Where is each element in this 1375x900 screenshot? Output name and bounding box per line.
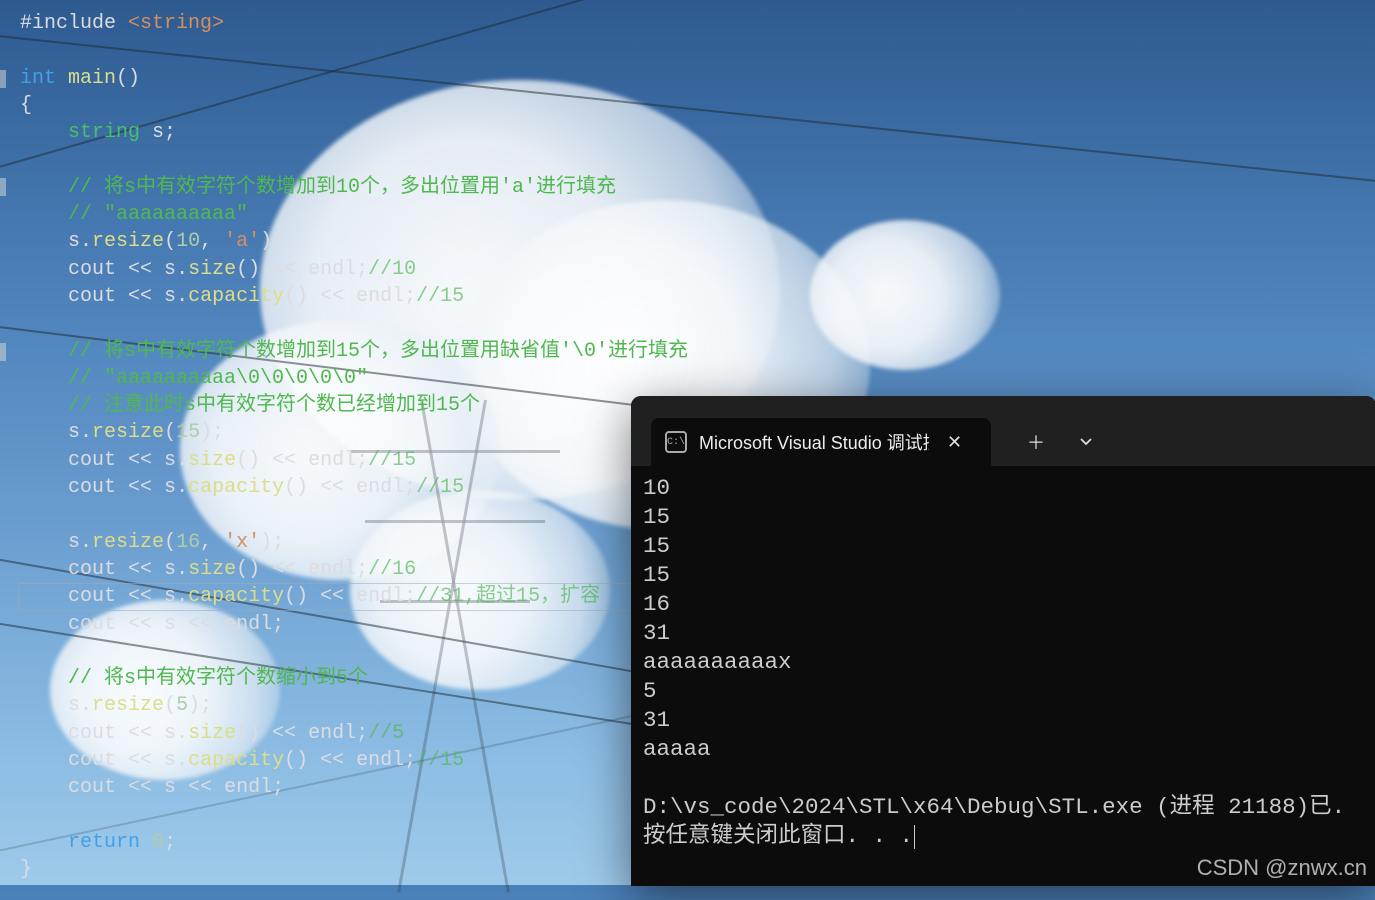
code-line[interactable]: cout << s.size() << endl;//10 bbox=[20, 256, 688, 283]
terminal-cursor bbox=[914, 825, 915, 849]
tab-dropdown-button[interactable] bbox=[1061, 418, 1111, 466]
code-line[interactable] bbox=[20, 638, 688, 665]
terminal-output-line: 10 bbox=[643, 474, 1364, 503]
code-line[interactable] bbox=[20, 501, 688, 528]
code-line[interactable]: s.resize(10, 'a'); bbox=[20, 228, 688, 255]
code-line[interactable]: { bbox=[20, 92, 688, 119]
code-line[interactable]: cout << s.size() << endl;//5 bbox=[20, 720, 688, 747]
terminal-output-line: 16 bbox=[643, 590, 1364, 619]
code-line[interactable]: int main() bbox=[20, 65, 688, 92]
code-line[interactable] bbox=[20, 146, 688, 173]
code-line[interactable]: cout << s.capacity() << endl;//15 bbox=[20, 474, 688, 501]
terminal-exit-line: D:\vs_code\2024\STL\x64\Debug\STL.exe (进… bbox=[643, 793, 1364, 822]
code-line[interactable] bbox=[20, 802, 688, 829]
terminal-output[interactable]: 101515151631aaaaaaaaaax531aaaaaD:\vs_cod… bbox=[631, 466, 1375, 859]
gutter-change-marker bbox=[0, 70, 6, 88]
code-line[interactable]: cout << s.capacity() << endl;//15 bbox=[20, 747, 688, 774]
code-line[interactable]: // 注意此时s中有效字符个数已经增加到15个 bbox=[20, 392, 688, 419]
code-line[interactable]: // "aaaaaaaaaa\0\0\0\0\0" bbox=[20, 365, 688, 392]
code-line[interactable]: // 将s中有效字符个数增加到15个，多出位置用缺省值'\0'进行填充 bbox=[20, 338, 688, 365]
terminal-window[interactable]: C:\ Microsoft Visual Studio 调试控 ✕ ＋ 1015… bbox=[631, 396, 1375, 886]
terminal-output-line: 15 bbox=[643, 503, 1364, 532]
gutter-change-marker bbox=[0, 343, 6, 361]
titlebar-actions: ＋ bbox=[1011, 418, 1111, 466]
code-line[interactable] bbox=[20, 37, 688, 64]
code-line[interactable]: s.resize(15); bbox=[20, 419, 688, 446]
code-line[interactable]: cout << s.capacity() << endl;//15 bbox=[20, 283, 688, 310]
terminal-tab-title: Microsoft Visual Studio 调试控 bbox=[699, 429, 929, 455]
code-line[interactable]: s.resize(16, 'x'); bbox=[20, 529, 688, 556]
code-line[interactable]: #include <string> bbox=[20, 10, 688, 37]
code-editor[interactable]: #include <string> int main(){ string s; … bbox=[20, 10, 688, 884]
terminal-output-line: aaaaa bbox=[643, 735, 1364, 764]
terminal-output-line: 15 bbox=[643, 561, 1364, 590]
code-line[interactable]: // "aaaaaaaaaa" bbox=[20, 201, 688, 228]
code-line[interactable] bbox=[20, 310, 688, 337]
watermark-text: CSDN @znwx.cn bbox=[1197, 855, 1367, 881]
terminal-titlebar[interactable]: C:\ Microsoft Visual Studio 调试控 ✕ ＋ bbox=[631, 396, 1375, 466]
code-line[interactable]: cout << s << endl; bbox=[20, 774, 688, 801]
code-line[interactable]: return 0; bbox=[20, 829, 688, 856]
terminal-icon: C:\ bbox=[665, 431, 687, 453]
code-line[interactable]: cout << s.size() << endl;//16 bbox=[20, 556, 688, 583]
code-line[interactable]: cout << s.size() << endl;//15 bbox=[20, 447, 688, 474]
terminal-output-line: 5 bbox=[643, 677, 1364, 706]
code-line[interactable]: } bbox=[20, 856, 688, 883]
code-line[interactable]: string s; bbox=[20, 119, 688, 146]
code-line[interactable]: s.resize(5); bbox=[20, 692, 688, 719]
code-line[interactable]: cout << s.capacity() << endl;//31,超过15，扩… bbox=[20, 583, 688, 610]
code-line[interactable]: cout << s << endl; bbox=[20, 611, 688, 638]
new-tab-button[interactable]: ＋ bbox=[1011, 418, 1061, 466]
close-tab-button[interactable]: ✕ bbox=[941, 430, 968, 455]
terminal-output-line: 31 bbox=[643, 619, 1364, 648]
code-line[interactable]: // 将s中有效字符个数缩小到5个 bbox=[20, 665, 688, 692]
chevron-down-icon bbox=[1079, 435, 1093, 449]
terminal-output-line: aaaaaaaaaax bbox=[643, 648, 1364, 677]
terminal-output-line: 15 bbox=[643, 532, 1364, 561]
cloud-decor bbox=[810, 220, 1000, 370]
code-line[interactable]: // 将s中有效字符个数增加到10个，多出位置用'a'进行填充 bbox=[20, 174, 688, 201]
terminal-tab-active[interactable]: C:\ Microsoft Visual Studio 调试控 ✕ bbox=[651, 418, 991, 466]
terminal-prompt-line: 按任意键关闭此窗口. . . bbox=[643, 822, 1364, 851]
terminal-output-line: 31 bbox=[643, 706, 1364, 735]
gutter-change-marker bbox=[0, 178, 6, 196]
